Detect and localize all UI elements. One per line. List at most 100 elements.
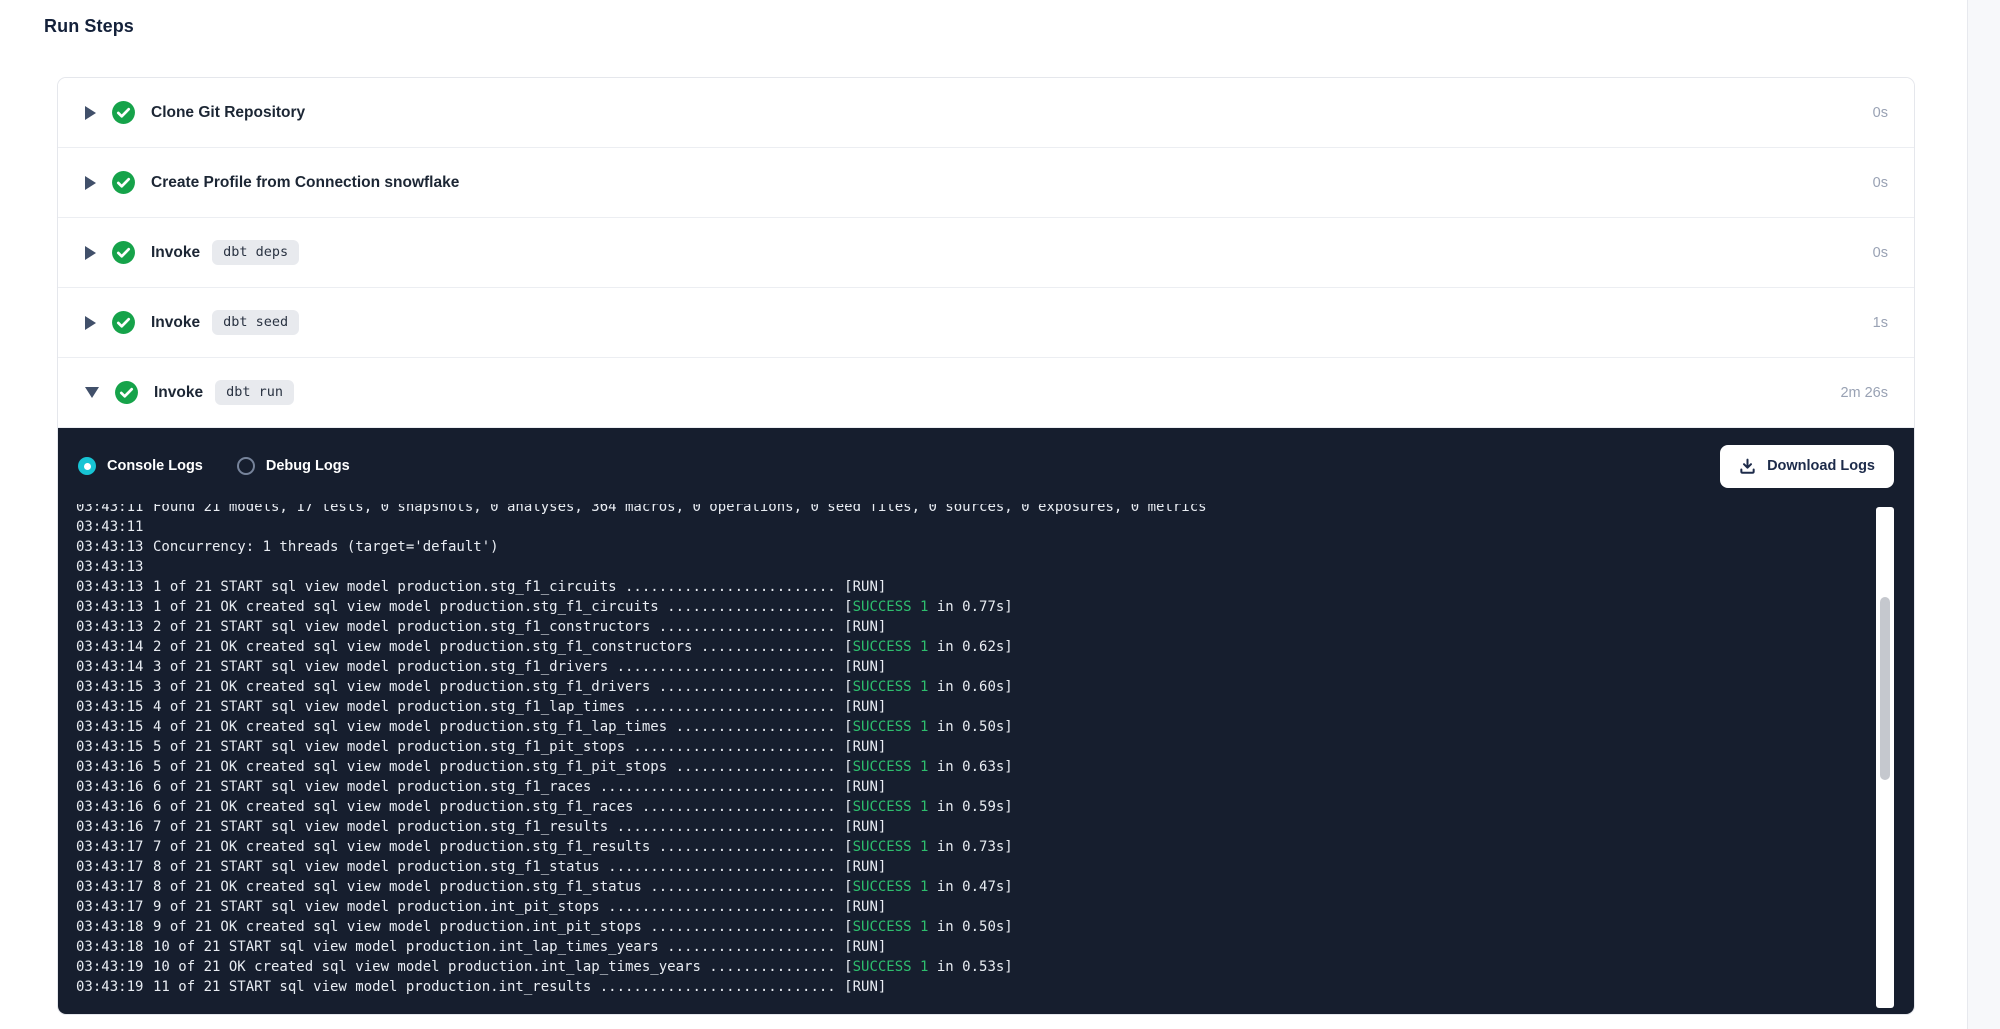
chevron-right-icon[interactable] [85,246,96,260]
log-message: 8 of 21 START sql view model production.… [153,857,886,877]
log-message: 7 of 21 OK created sql view model produc… [153,837,853,857]
step-duration: 0s [1873,175,1888,191]
log-message: 11 of 21 START sql view model production… [153,977,886,997]
log-status-rest: in 0.60s] [928,677,1012,697]
log-timestamp: 03:43:16 [76,817,145,837]
success-check-icon [111,310,136,335]
log-status-success: SUCCESS 1 [853,957,929,977]
log-timestamp: 03:43:14 [76,637,145,657]
tab-debug-logs[interactable]: Debug Logs [237,457,350,475]
console-scrollbar-thumb[interactable] [1880,597,1890,780]
step-duration: 0s [1873,245,1888,261]
log-message: 2 of 21 START sql view model production.… [153,617,886,637]
chevron-right-icon[interactable] [85,176,96,190]
log-status-rest: in 0.59s] [928,797,1012,817]
run-steps-card: Clone Git Repository0sCreate Profile fro… [57,77,1915,1015]
download-logs-button[interactable]: Download Logs [1720,445,1894,488]
log-status-rest: in 0.50s] [928,717,1012,737]
page-right-gutter [1967,0,2000,1029]
tab-debug-logs-label: Debug Logs [266,458,350,474]
log-message: Concurrency: 1 threads (target='default'… [153,537,499,557]
log-timestamp: 03:43:15 [76,677,145,697]
log-line: 03:43:154 of 21 START sql view model pro… [76,697,1854,717]
download-icon [1739,458,1756,475]
run-step-row[interactable]: Invokedbt deps0s [58,218,1914,288]
step-label: Create Profile from Connection snowflake [151,174,459,192]
log-status-rest: in 0.47s] [928,877,1012,897]
run-step-row[interactable]: Invokedbt run2m 26s [58,358,1914,428]
log-message: 4 of 21 START sql view model production.… [153,697,886,717]
tab-console-logs[interactable]: Console Logs [78,457,203,475]
log-timestamp: 03:43:16 [76,757,145,777]
log-line: 03:43:13 [76,557,1854,577]
log-line: 03:43:11 [76,517,1854,537]
log-timestamp: 03:43:13 [76,617,145,637]
log-timestamp: 03:43:17 [76,837,145,857]
radio-dot [84,463,91,470]
log-message: 10 of 21 OK created sql view model produ… [153,957,853,977]
success-check-icon [111,100,136,125]
log-timestamp: 03:43:14 [76,657,145,677]
log-timestamp: 03:43:17 [76,877,145,897]
log-status-success: SUCCESS 1 [853,917,929,937]
log-line: 03:43:14 2 of 21 OK created sql view mode… [76,637,1854,657]
log-timestamp: 03:43:18 [76,917,145,937]
log-line: 03:43:17 7 of 21 OK created sql view mode… [76,837,1854,857]
log-status-success: SUCCESS 1 [853,717,929,737]
log-message: 2 of 21 OK created sql view model produc… [153,637,853,657]
tab-console-logs-label: Console Logs [107,458,203,474]
log-status-success: SUCCESS 1 [853,597,929,617]
log-line: 03:43:153 of 21 OK created sql view mode… [76,677,1854,697]
log-line: 03:43:13 1 of 21 OK created sql view mode… [76,597,1854,617]
step-label: Clone Git Repository [151,104,305,122]
log-message: 5 of 21 OK created sql view model produc… [153,757,853,777]
log-status-success: SUCCESS 1 [853,757,929,777]
run-step-row[interactable]: Create Profile from Connection snowflake… [58,148,1914,218]
log-timestamp: 03:43:13 [76,597,145,617]
log-message: 9 of 21 START sql view model production.… [153,897,886,917]
log-line: 03:43:15 4 of 21 OK created sql view mode… [76,717,1854,737]
download-logs-label: Download Logs [1767,458,1875,474]
log-status-rest: in 0.77s] [928,597,1012,617]
log-line: 03:43:16 6 of 21 OK created sql view mode… [76,797,1854,817]
log-status-success: SUCCESS 1 [853,877,929,897]
log-timestamp: 03:43:16 [76,797,145,817]
success-check-icon [111,240,136,265]
run-step-row[interactable]: Clone Git Repository0s [58,78,1914,148]
log-message: 4 of 21 OK created sql view model produc… [153,717,853,737]
step-command-chip: dbt deps [212,240,299,265]
page-title: Run Steps [44,16,134,37]
chevron-down-icon[interactable] [85,387,99,398]
log-message: 1 of 21 OK created sql view model produc… [153,597,853,617]
log-message: 9 of 21 OK created sql view model produc… [153,917,853,937]
log-line: 03:43:143 of 21 START sql view model pro… [76,657,1854,677]
radio-selected-icon [78,457,96,475]
log-timestamp: 03:43:19 [76,957,145,977]
chevron-right-icon[interactable] [85,316,96,330]
run-step-row[interactable]: Invokedbt seed1s [58,288,1914,358]
console-scrollbar[interactable] [1876,507,1894,1008]
chevron-right-icon[interactable] [85,106,96,120]
log-message: Found 21 models, 17 tests, 0 snapshots, … [153,504,1207,517]
log-status-success: SUCCESS 1 [853,797,929,817]
log-line: 03:43:155 of 21 START sql view model pro… [76,737,1854,757]
log-message: 1 of 21 START sql view model production.… [153,577,886,597]
log-line: 03:43:17 8 of 21 START sql view model pro… [76,857,1854,877]
log-timestamp: 03:43:15 [76,717,145,737]
step-label: Invoke [154,384,203,402]
log-line: 03:43:11Found 21 models, 17 tests, 0 sna… [76,504,1854,517]
log-timestamp: 03:43:19 [76,977,145,997]
log-line: 03:43:13 2 of 21 START sql view model pro… [76,617,1854,637]
step-command-chip: dbt run [215,380,294,405]
console-log-viewport[interactable]: 03:43:11Found 21 models, 17 tests, 0 sna… [58,504,1914,1014]
log-message: 6 of 21 START sql view model production.… [153,777,886,797]
console-header: Console Logs Debug Logs Download Logs [58,428,1914,504]
log-timestamp: 03:43:13 [76,577,145,597]
log-status-rest: in 0.73s] [928,837,1012,857]
log-status-rest: in 0.62s] [928,637,1012,657]
log-line: 03:43:13 1 of 21 START sql view model pro… [76,577,1854,597]
log-message: 6 of 21 OK created sql view model produc… [153,797,853,817]
console-panel: Console Logs Debug Logs Download Logs 03… [58,428,1914,1014]
log-timestamp: 03:43:17 [76,857,145,877]
log-message: 7 of 21 START sql view model production.… [153,817,886,837]
